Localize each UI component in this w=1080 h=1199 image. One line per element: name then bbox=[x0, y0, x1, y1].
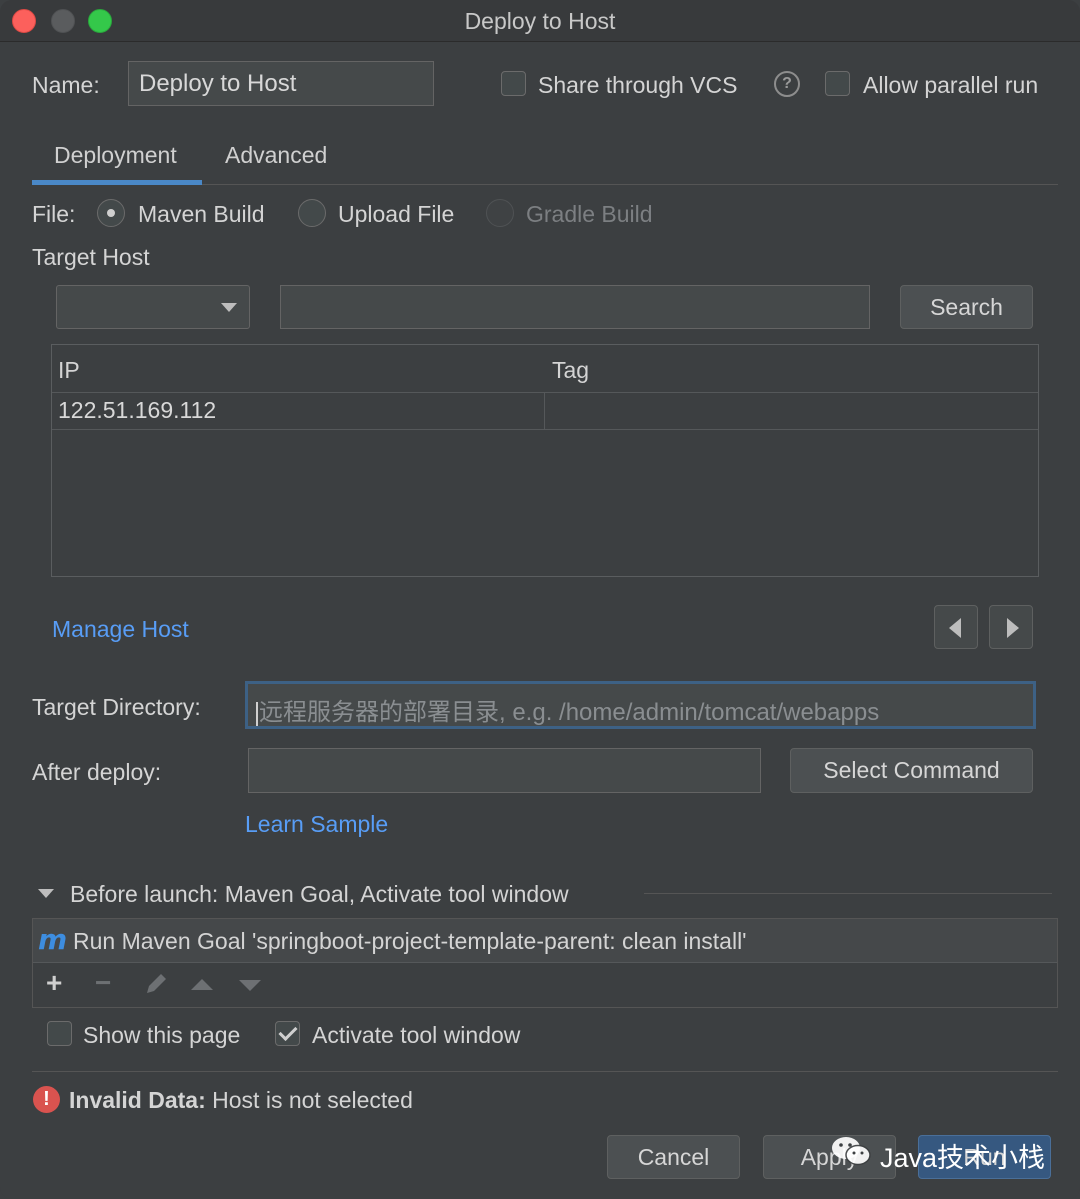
text-caret bbox=[256, 701, 258, 726]
activate-tool-window-label: Activate tool window bbox=[312, 1022, 521, 1048]
chevron-down-icon bbox=[221, 303, 237, 312]
title-bar: Deploy to Host bbox=[0, 0, 1080, 42]
window-title: Deploy to Host bbox=[464, 8, 616, 34]
after-deploy-label: After deploy: bbox=[32, 759, 162, 785]
share-vcs-checkbox[interactable] bbox=[501, 71, 526, 96]
maven-build-radio[interactable] bbox=[97, 199, 125, 227]
target-directory-label: Target Directory: bbox=[32, 694, 201, 720]
column-header-ip: IP bbox=[58, 357, 80, 383]
error-icon: ! bbox=[33, 1086, 60, 1113]
share-vcs-label: Share through VCS bbox=[538, 72, 738, 98]
before-launch-list: m Run Maven Goal 'springboot-project-tem… bbox=[32, 918, 1058, 1008]
arrow-left-icon bbox=[949, 618, 961, 638]
arrow-right-icon bbox=[1007, 618, 1019, 638]
collapse-triangle-icon[interactable] bbox=[38, 889, 54, 898]
ip-cell: 122.51.169.112 bbox=[58, 397, 217, 423]
host-group-combo[interactable] bbox=[56, 285, 250, 329]
allow-parallel-label: Allow parallel run bbox=[863, 72, 1039, 98]
target-host-label: Target Host bbox=[32, 244, 150, 270]
name-label: Name: bbox=[32, 72, 100, 98]
wechat-logo-icon bbox=[832, 1137, 871, 1166]
tab-advanced[interactable]: Advanced bbox=[225, 142, 327, 169]
remove-icon: − bbox=[95, 967, 112, 998]
upload-file-radio[interactable] bbox=[298, 199, 326, 227]
footer-divider bbox=[32, 1071, 1058, 1072]
column-header-tag: Tag bbox=[552, 357, 590, 383]
previous-page-button[interactable] bbox=[934, 605, 978, 649]
edit-icon bbox=[143, 971, 169, 997]
host-table: IP Tag 122.51.169.112 bbox=[51, 344, 1039, 577]
error-message: Invalid Data: Host is not selected bbox=[69, 1087, 413, 1114]
help-icon[interactable]: ? bbox=[774, 71, 800, 97]
activate-tool-window-checkbox[interactable] bbox=[275, 1021, 300, 1046]
host-search-input[interactable] bbox=[280, 285, 870, 329]
error-title: Invalid Data: bbox=[69, 1087, 206, 1113]
before-launch-title: Before launch: Maven Goal, Activate tool… bbox=[70, 881, 569, 907]
after-deploy-input[interactable] bbox=[248, 748, 761, 793]
column-divider bbox=[544, 393, 545, 429]
move-up-icon bbox=[191, 979, 213, 990]
error-text: Host is not selected bbox=[212, 1087, 413, 1113]
add-icon[interactable]: + bbox=[46, 967, 62, 999]
learn-sample-link[interactable]: Learn Sample bbox=[245, 811, 388, 838]
search-button[interactable]: Search bbox=[900, 285, 1033, 329]
section-divider bbox=[644, 893, 1052, 894]
file-label: File: bbox=[32, 201, 76, 227]
table-row[interactable]: 122.51.169.112 bbox=[52, 393, 1038, 429]
select-command-button[interactable]: Select Command bbox=[790, 748, 1033, 793]
row-divider bbox=[52, 429, 1038, 430]
move-down-icon bbox=[239, 980, 261, 991]
maven-build-label: Maven Build bbox=[138, 201, 265, 227]
manage-host-link[interactable]: Manage Host bbox=[52, 616, 189, 643]
gradle-build-radio bbox=[486, 199, 514, 227]
deploy-dialog: Deploy to Host Name: Deploy to Host Shar… bbox=[0, 0, 1080, 1199]
active-tab-indicator bbox=[32, 180, 202, 185]
gradle-build-label: Gradle Build bbox=[526, 201, 653, 227]
show-page-checkbox[interactable] bbox=[47, 1021, 72, 1046]
target-directory-placeholder: 远程服务器的部署目录, e.g. /home/admin/tomcat/weba… bbox=[259, 699, 880, 726]
show-page-label: Show this page bbox=[83, 1022, 241, 1048]
maven-icon: m bbox=[38, 923, 68, 956]
allow-parallel-checkbox[interactable] bbox=[825, 71, 850, 96]
upload-file-label: Upload File bbox=[338, 201, 455, 227]
watermark-text: Java技术小栈 bbox=[880, 1143, 1046, 1173]
before-launch-item-label: Run Maven Goal 'springboot-project-templ… bbox=[73, 928, 747, 954]
list-item[interactable]: m Run Maven Goal 'springboot-project-tem… bbox=[33, 919, 1057, 963]
name-input[interactable]: Deploy to Host bbox=[128, 61, 434, 106]
target-directory-input[interactable]: 远程服务器的部署目录, e.g. /home/admin/tomcat/weba… bbox=[245, 681, 1036, 729]
next-page-button[interactable] bbox=[989, 605, 1033, 649]
tab-deployment[interactable]: Deployment bbox=[54, 142, 177, 169]
cancel-button[interactable]: Cancel bbox=[607, 1135, 740, 1179]
